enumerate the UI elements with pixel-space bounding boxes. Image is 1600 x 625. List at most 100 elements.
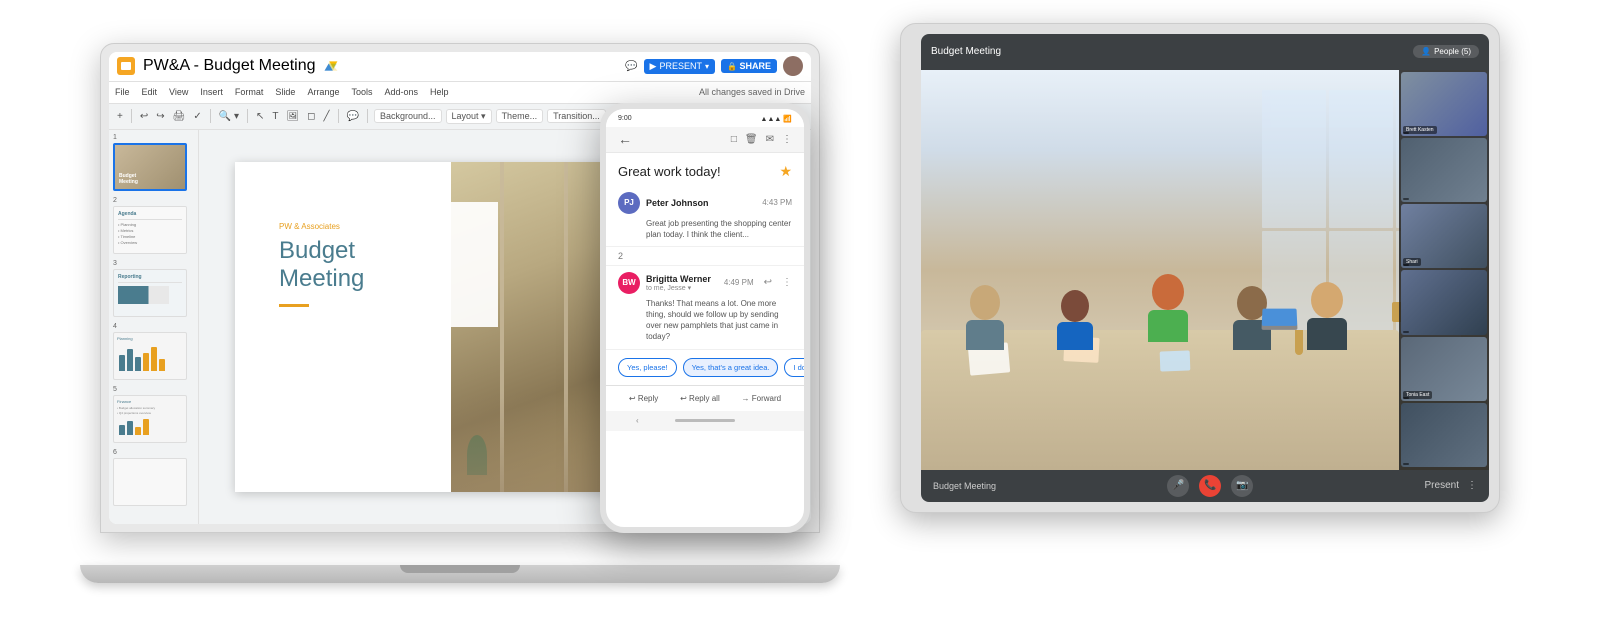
slide-thumb-6[interactable]: 6 (113, 449, 194, 506)
smart-reply-2[interactable]: Yes, that's a great idea. (683, 358, 779, 377)
slide-img-6[interactable] (113, 458, 187, 506)
pane2 (1329, 90, 1393, 229)
menu-insert[interactable]: Insert (200, 87, 223, 97)
slide-img-2[interactable]: Agenda • Planning • Metrics • Timeline •… (113, 206, 187, 254)
sender-row-1: PJ Peter Johnson 4:43 PM (618, 192, 792, 214)
star-icon[interactable]: ★ (779, 163, 792, 180)
slide-thumb-1[interactable]: 1 BudgetMeeting (113, 134, 194, 191)
more-icon-msg2[interactable]: ⋮ (782, 277, 792, 288)
slide-img-3[interactable]: Reporting (113, 269, 187, 317)
forward-btn[interactable]: → Forward (742, 394, 782, 403)
thumb2-item1: • Planning (118, 222, 182, 227)
share-button[interactable]: 🔒 SHARE (721, 59, 777, 73)
menubar: File Edit View Insert Format Slide Arran… (109, 82, 811, 104)
end-call-btn[interactable]: 📞 (1199, 475, 1221, 497)
cursor-btn[interactable]: ↖ (254, 110, 266, 123)
zoom-btn[interactable]: 🔍 ▾ (217, 110, 241, 123)
smart-reply-1[interactable]: Yes, please! (618, 358, 677, 377)
slide-img-1[interactable]: BudgetMeeting (113, 143, 187, 191)
menu-addons[interactable]: Add-ons (384, 87, 418, 97)
title-underline (279, 304, 309, 307)
transition-btn[interactable]: Transition... (547, 109, 606, 123)
company-name: PW & Associates (279, 222, 474, 231)
user-avatar[interactable] (783, 56, 803, 76)
meet-thumb-5[interactable]: Tonia East (1401, 337, 1487, 401)
menu-format[interactable]: Format (235, 87, 264, 97)
back-arrow-icon[interactable]: ← (618, 131, 632, 147)
add-btn[interactable]: + (115, 110, 125, 123)
email-subject: Great work today! ★ (606, 153, 804, 186)
meet-thumb-6[interactable] (1401, 403, 1487, 467)
comment-btn[interactable]: 💬 (345, 110, 361, 123)
thumb2-content: Agenda • Planning • Metrics • Timeline •… (114, 207, 186, 253)
reply-btn[interactable]: ↩ Reply (629, 394, 658, 403)
slide-num-3: 3 (113, 260, 194, 267)
slide-img-4[interactable]: Planning (113, 332, 187, 380)
more-icon[interactable]: ⋮ (782, 134, 792, 145)
shape-btn[interactable]: ◻ (305, 110, 317, 123)
bar-b (127, 421, 133, 435)
image-btn[interactable]: 🖼 (284, 110, 301, 123)
menu-tools[interactable]: Tools (351, 87, 372, 97)
meet-thumb-2[interactable] (1401, 138, 1487, 202)
meeting-name-bottom: Budget Meeting (933, 481, 996, 491)
delete-icon[interactable]: 🗑 (745, 134, 758, 145)
meet-controls: 🎤 📞 📷 (1167, 475, 1253, 497)
reply-icon-msg2[interactable]: ↩ (764, 277, 772, 288)
divider4 (338, 109, 339, 123)
menu-arrange[interactable]: Arrange (307, 87, 339, 97)
phone-nav-bar[interactable]: ← □ 🗑 ✉ ⋮ (606, 127, 804, 153)
reply-all-btn[interactable]: ↩ Reply all (680, 394, 720, 403)
bar4 (143, 353, 149, 371)
layout-btn[interactable]: Layout ▾ (446, 109, 492, 124)
slides-title: PW&A - Budget Meeting (143, 57, 316, 75)
home-indicator[interactable] (675, 419, 735, 422)
slide-thumb-4[interactable]: 4 Planning (113, 323, 194, 380)
menu-help[interactable]: Help (430, 87, 449, 97)
menu-slide[interactable]: Slide (275, 87, 295, 97)
chat-icon[interactable]: 💬 (625, 61, 637, 72)
mail-icon[interactable]: ✉ (766, 134, 774, 145)
line-btn[interactable]: ╱ (321, 110, 331, 123)
slide-img-5[interactable]: Finance • Budget allocation summary • Q4… (113, 395, 187, 443)
people-badge[interactable]: 👤 People (5) (1413, 45, 1479, 58)
email-body-1: Great job presenting the shopping center… (618, 218, 792, 240)
meet-thumb-1[interactable]: Brett Kasten (1401, 72, 1487, 136)
slide-content-box: PW & Associates Budget Meeting (255, 202, 498, 328)
divider2 (210, 109, 211, 123)
print-btn[interactable]: 🖨 (171, 110, 188, 123)
meet-thumb-3[interactable]: Shari (1401, 204, 1487, 268)
bar3 (135, 357, 141, 371)
theme-btn[interactable]: Theme... (496, 109, 544, 123)
person-1 (966, 285, 1004, 350)
torso-3 (1148, 310, 1188, 342)
text-btn[interactable]: T (270, 110, 280, 123)
redo-btn[interactable]: ↪ (154, 110, 166, 123)
scene: PW&A - Budget Meeting 💬 ▶ PRESENT ▾ 🔒 SH… (100, 23, 1500, 603)
undo-btn[interactable]: ↩ (138, 110, 150, 123)
menu-view[interactable]: View (169, 87, 188, 97)
nav-back[interactable]: ‹ (636, 416, 639, 425)
thumb-3-label: Shari (1403, 258, 1421, 266)
present-label[interactable]: Present (1425, 480, 1459, 491)
slides-panel[interactable]: 1 BudgetMeeting 2 (109, 130, 199, 524)
meet-thumb-4[interactable] (1401, 270, 1487, 334)
present-button[interactable]: ▶ PRESENT ▾ (644, 59, 715, 74)
pane1 (1262, 90, 1326, 229)
slide-thumb-2[interactable]: 2 Agenda • Planning • Metrics • Timeline… (113, 197, 194, 254)
meet-side-panel: Brett Kasten Shari (1399, 70, 1489, 470)
smart-reply-3[interactable]: I don't think so. (784, 358, 810, 377)
camera-control-btn[interactable]: 📷 (1231, 475, 1253, 497)
slide-thumb-5[interactable]: 5 Finance • Budget allocation summary • … (113, 386, 194, 443)
mic-control-btn[interactable]: 🎤 (1167, 475, 1189, 497)
spell-btn[interactable]: ✓ (191, 110, 203, 123)
menu-edit[interactable]: Edit (142, 87, 158, 97)
tablet-screen: Budget Meeting 👤 People (5) (921, 34, 1489, 502)
smart-replies: Yes, please! Yes, that's a great idea. I… (606, 350, 804, 386)
background-btn[interactable]: Background... (374, 109, 442, 123)
archive-icon[interactable]: □ (731, 134, 737, 145)
more-options-icon[interactable]: ⋮ (1467, 480, 1477, 491)
menu-file[interactable]: File (115, 87, 130, 97)
slide-thumb-3[interactable]: 3 Reporting (113, 260, 194, 317)
sender-avatar-1: PJ (618, 192, 640, 214)
